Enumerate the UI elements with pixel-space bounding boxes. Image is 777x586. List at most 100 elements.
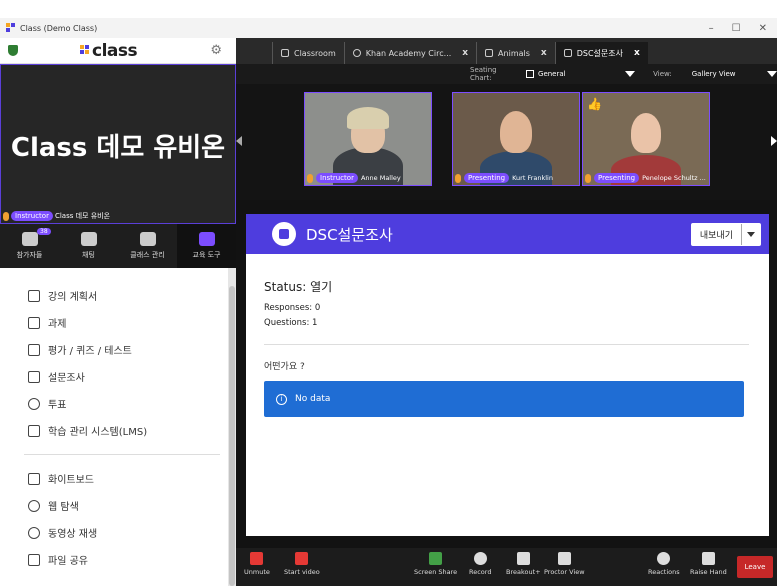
proctor-view-button[interactable]: Proctor View (544, 552, 585, 576)
no-data-alert: i No data (264, 381, 744, 417)
meeting-toolbar: Unmute Start video Screen Share Record B… (236, 548, 777, 586)
tab-label: Animals (498, 48, 530, 58)
mic-icon (307, 173, 313, 183)
start-video-button[interactable]: Start video (284, 552, 320, 576)
leave-button[interactable]: Leave (737, 556, 773, 578)
maximize-icon[interactable]: ☐ (732, 23, 741, 34)
chevron-down-icon (625, 71, 636, 77)
participant-name: Penelope Schultz ... (642, 174, 706, 182)
screen-share-button[interactable]: Screen Share (414, 552, 457, 576)
menu-label: 평가 / 퀴즈 / 테스트 (48, 346, 132, 357)
participant-face (631, 113, 661, 153)
check-circle-icon (28, 397, 40, 410)
toolbar-label: Reactions (648, 568, 680, 576)
chevron-down-icon (767, 71, 777, 77)
participant-tile[interactable]: 👍 Presenting Penelope Schultz ... (582, 92, 710, 186)
view-select[interactable]: Gallery View (692, 70, 777, 78)
class-logo: class (80, 41, 138, 61)
menu-item-assignment[interactable]: 과제 (0, 309, 228, 336)
participant-tile[interactable]: Presenting Kurt Franklin (452, 92, 580, 186)
left-panel: class ⚙ Class 데모 유비온 Instructor Class 데모… (0, 38, 236, 586)
external-link-icon (28, 424, 40, 437)
thumbs-up-icon: 👍 (587, 97, 602, 111)
menu-scrollbar[interactable] (228, 268, 236, 586)
app-window: Class (Demo Class) – ☐ ✕ class ⚙ Class 데… (0, 0, 777, 586)
tile-label: Presenting Kurt Franklin (455, 173, 553, 183)
list-add-icon (28, 316, 40, 329)
seating-select[interactable]: General (526, 70, 636, 78)
menu-item-syllabus[interactable]: 강의 계획서 (0, 282, 228, 309)
menu-item-survey[interactable]: 설문조사 (0, 363, 228, 390)
toolbar-label: Proctor View (544, 568, 585, 576)
video-label-row: Instructor Class 데모 유비온 (3, 211, 110, 221)
megaphone-icon (272, 222, 296, 246)
role-pill: Instructor (11, 211, 53, 221)
survey-body: Status: 열기 Responses: 0 Questions: 1 어떤가… (246, 254, 769, 433)
export-dropdown[interactable] (742, 224, 760, 245)
title-bar: Class (Demo Class) – ☐ ✕ (0, 18, 777, 38)
tab-close-icon[interactable]: x (634, 48, 640, 58)
quiz-icon (28, 343, 40, 356)
record-button[interactable]: Record (469, 552, 491, 576)
breakout-button[interactable]: Breakout+ (506, 552, 541, 576)
mic-icon (585, 173, 591, 183)
gear-icon[interactable]: ⚙ (210, 43, 222, 58)
scroll-left-icon[interactable] (236, 136, 242, 146)
menu-label: 투표 (48, 400, 67, 411)
globe-icon (28, 499, 40, 512)
seating-label: Seating Chart: (470, 66, 497, 82)
clipboard-icon (198, 232, 215, 246)
seating-icon (526, 70, 535, 78)
survey-header: DSC설문조사 내보내기 (246, 214, 769, 254)
menu-item-whiteboard[interactable]: 화이트보드 (0, 465, 228, 492)
tab-label: Classroom (294, 48, 336, 58)
close-icon[interactable]: ✕ (759, 23, 767, 34)
hand-icon (701, 552, 715, 565)
scroll-right-icon[interactable] (771, 136, 777, 146)
nav-label: 채팅 (82, 251, 95, 259)
globe-icon (352, 49, 361, 57)
menu-item-quiz[interactable]: 평가 / 퀴즈 / 테스트 (0, 336, 228, 363)
tab-animals[interactable]: Animals x (476, 42, 555, 64)
participant-tile[interactable]: Instructor Anne Malley (304, 92, 432, 186)
menu-item-poll[interactable]: 투표 (0, 390, 228, 417)
tab-khan-academy[interactable]: Khan Academy Circ... x (343, 42, 476, 64)
paperclip-icon (28, 289, 40, 302)
nav-teaching-tools[interactable]: 교육 도구 (177, 224, 236, 268)
menu-label: 강의 계획서 (48, 292, 98, 303)
toolbar-label: Breakout+ (506, 568, 541, 576)
reactions-button[interactable]: Reactions (648, 552, 680, 576)
view-value: Gallery View (691, 70, 736, 78)
nav-participants[interactable]: 38 참가자들 (0, 224, 59, 268)
nav-chat[interactable]: 채팅 (59, 224, 118, 268)
video-name: Class 데모 유비온 (10, 133, 226, 163)
role-pill: Instructor (316, 173, 358, 183)
survey-questions: Questions: 1 (264, 318, 318, 328)
unmute-button[interactable]: Unmute (244, 552, 270, 576)
raise-hand-button[interactable]: Raise Hand (690, 552, 727, 576)
tab-dsc-survey[interactable]: DSC설문조사 x (554, 42, 648, 64)
nav-class-management[interactable]: 클래스 관리 (118, 224, 177, 268)
mic-muted-icon (250, 552, 264, 565)
minimize-icon[interactable]: – (709, 23, 714, 34)
document-icon (485, 49, 494, 57)
class-management-icon (139, 232, 156, 246)
menu-item-file-share[interactable]: 파일 공유 (0, 546, 228, 573)
export-button[interactable]: 내보내기 (690, 223, 761, 246)
tab-close-icon[interactable]: x (462, 48, 468, 58)
question-text: 어떤가요 ? (264, 362, 305, 372)
tab-bar: Classroom Khan Academy Circ... x Animals x… (236, 38, 777, 64)
seating-bar: Seating Chart: General View: Gallery Vie… (236, 64, 777, 84)
tab-classroom[interactable]: Classroom (272, 42, 344, 64)
menu-label: 동영상 재생 (48, 529, 98, 540)
menu-item-video-play[interactable]: 동영상 재생 (0, 519, 228, 546)
menu-item-web-browse[interactable]: 웹 탐색 (0, 492, 228, 519)
no-data-text: No data (295, 394, 331, 404)
menu-item-lms[interactable]: 학습 관리 시스템(LMS) (0, 417, 228, 444)
toolbar-label: Unmute (244, 568, 270, 576)
participant-face (500, 111, 532, 153)
tab-label: DSC설문조사 (576, 48, 623, 58)
scrollbar-thumb[interactable] (229, 286, 235, 586)
tab-close-icon[interactable]: x (541, 48, 547, 58)
survey-responses: Responses: 0 (264, 303, 321, 313)
